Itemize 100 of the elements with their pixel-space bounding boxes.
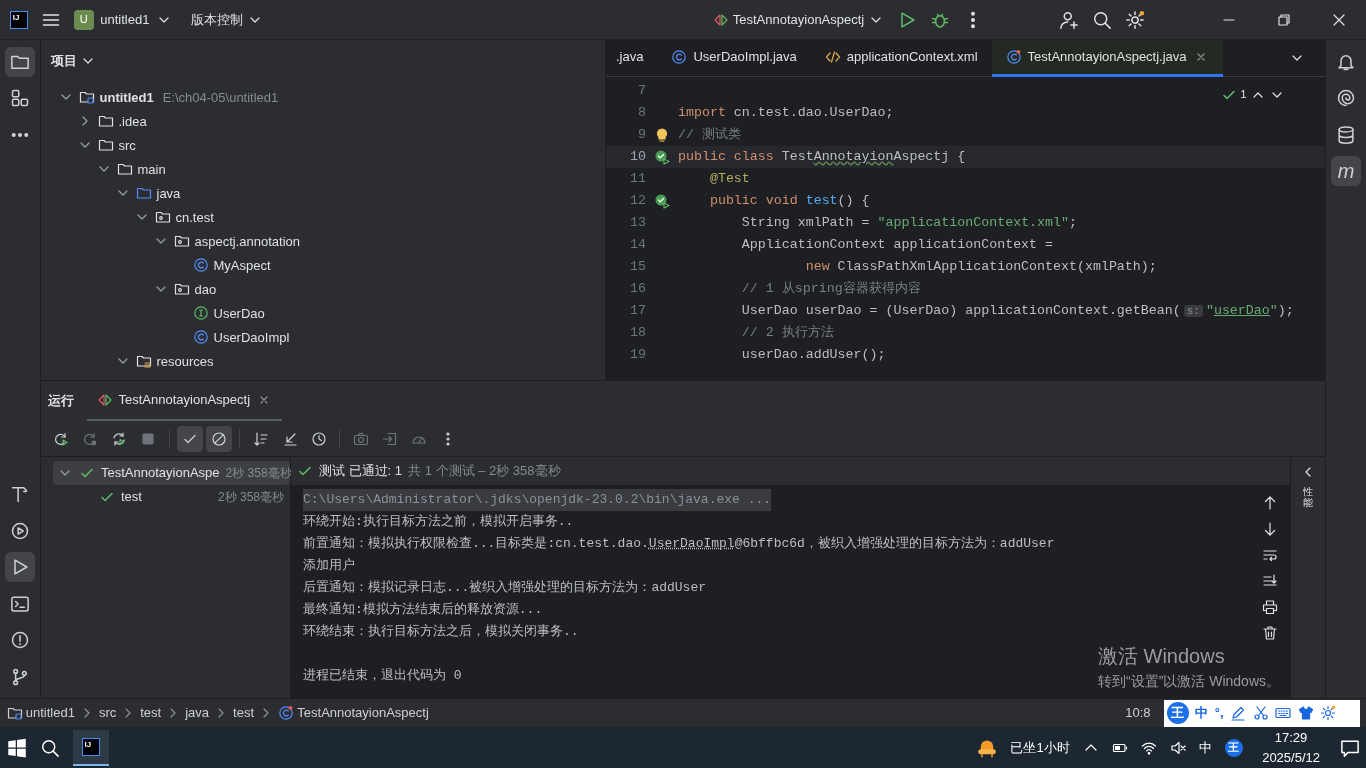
tree-item[interactable]: MyAspect [47, 253, 599, 278]
module-folder-icon [78, 89, 95, 106]
vcs-dropdown[interactable]: 版本控制 [191, 9, 263, 30]
settings-icon[interactable] [1320, 705, 1337, 721]
restore-icon[interactable] [1275, 11, 1292, 28]
toggle-button[interactable] [206, 425, 232, 452]
tree-item[interactable]: UserDao [47, 301, 599, 326]
tree-item[interactable]: cn.test [47, 205, 599, 230]
terminal-icon[interactable] [10, 593, 30, 614]
hammer-icon[interactable] [10, 484, 30, 504]
speaker-muted-icon[interactable] [1169, 739, 1186, 756]
resources-folder-icon [135, 353, 152, 370]
search-icon[interactable] [1091, 9, 1112, 30]
test-summary: 共 1 个测试 – 2秒 358毫秒 [408, 462, 561, 481]
breadcrumb[interactable]: java [185, 703, 210, 723]
shirt-icon[interactable] [1297, 705, 1314, 721]
keyboard-icon[interactable] [1275, 705, 1292, 721]
run-config-dropdown[interactable]: TestAnnotayionAspectj [713, 9, 884, 30]
search-icon[interactable] [39, 737, 60, 758]
tree-item[interactable]: src [47, 133, 599, 158]
code-line: userDao.addUser(); [740, 346, 886, 365]
code-line: // 2 执行方法 [740, 324, 834, 343]
rerun-cycle-icon[interactable] [111, 430, 127, 447]
code-line: // 测试类 [678, 126, 741, 145]
notification-icon[interactable] [1339, 737, 1360, 758]
taskbar-app[interactable]: IJ [72, 729, 109, 766]
code-line: String xmlPath = "applicationContext.xml"; [740, 214, 1077, 233]
printer-icon[interactable] [1262, 599, 1278, 615]
sort-icon[interactable] [252, 430, 269, 447]
wrap-icon[interactable] [1262, 547, 1278, 563]
spiral-icon[interactable] [1336, 88, 1356, 108]
add-user-icon[interactable] [1058, 9, 1079, 30]
ime-mode[interactable]: 中 [1195, 703, 1209, 723]
tree-item[interactable]: untitled1 E:\ch04-05\untitled1 [47, 85, 599, 110]
line-number: 15 [629, 258, 646, 277]
tree-item[interactable]: .idea [47, 109, 599, 134]
test-class-icon [1005, 49, 1022, 65]
pen-icon[interactable] [1230, 705, 1247, 721]
breadcrumb[interactable]: test [140, 703, 162, 723]
light-bulb-icon[interactable] [654, 127, 670, 143]
branch-icon[interactable] [10, 666, 30, 687]
editor-tab[interactable]: .java [606, 40, 658, 77]
maven-tab[interactable]: m [1331, 156, 1361, 186]
folder-icon [97, 113, 114, 130]
breadcrumb[interactable]: src [98, 703, 117, 723]
code-line: @Test [708, 170, 750, 189]
blocks-icon[interactable] [10, 88, 30, 108]
class-icon [671, 49, 688, 65]
warning-icon[interactable] [10, 630, 30, 650]
scissors-icon[interactable] [1252, 705, 1269, 721]
test-item[interactable]: TestAnnotayionAspe 2秒 358毫秒 [53, 461, 290, 485]
ime-mode[interactable]: 中 [1198, 737, 1212, 758]
test-item[interactable]: test 2秒 358毫秒 [53, 485, 290, 509]
clock-time[interactable]: 17:29 [1262, 728, 1320, 748]
clock-icon[interactable] [311, 430, 327, 447]
run-check-icon[interactable] [654, 193, 670, 209]
project-dropdown[interactable]: U untitled1 [73, 9, 172, 30]
package-icon [154, 209, 171, 226]
database-icon[interactable] [1336, 124, 1356, 145]
arrow-up-icon[interactable] [1262, 495, 1278, 511]
tree-item[interactable]: java [47, 181, 599, 206]
play-circle-icon[interactable] [10, 520, 30, 541]
line-number: 10 [629, 148, 646, 167]
activation-title: 激活 Windows [1098, 644, 1226, 669]
toggle-button[interactable] [176, 425, 203, 452]
side-tab[interactable]: 性能 [1303, 486, 1313, 508]
package-icon [173, 233, 190, 250]
breadcrumb[interactable]: untitled1 [6, 703, 75, 723]
code-line: public void test() { [708, 192, 870, 211]
scroll-to-end-icon[interactable] [1262, 573, 1278, 589]
panel-title-dropdown[interactable]: 项目 [47, 40, 599, 82]
ime-logo[interactable]: 王 [1166, 702, 1189, 724]
rerun-icon[interactable] [52, 430, 69, 447]
tree-item[interactable]: main [47, 157, 599, 182]
editor-tab[interactable]: TestAnnotayionAspectj.java [991, 40, 1223, 77]
caret-position[interactable]: 10:8 [1125, 703, 1151, 723]
tree-item[interactable]: resources [47, 349, 599, 374]
run-check-icon[interactable] [654, 149, 670, 165]
ime-logo[interactable]: 王 [1224, 738, 1243, 757]
code-tag-icon [824, 49, 841, 65]
editor-tab[interactable]: applicationContext.xml [810, 40, 992, 77]
tree-item[interactable]: dao [47, 277, 599, 302]
editor-tab[interactable]: UserDaoImpl.java [657, 40, 811, 77]
trash-icon[interactable] [1262, 625, 1278, 641]
problem-count[interactable]: 1 [1240, 86, 1247, 104]
line-number: 18 [629, 324, 646, 343]
package-icon [173, 281, 190, 298]
clock-date[interactable]: 2025/5/12 [1262, 747, 1320, 767]
punctuation-mode[interactable]: °, [1214, 703, 1224, 723]
console-line: 后置通知：模拟记录日志...被织入增强处理的目标方法为：addUser [303, 579, 706, 597]
activation-message: 转到“设置”以激活 Windows。 [1098, 672, 1280, 691]
arrow-down-icon[interactable] [1262, 521, 1278, 537]
tree-item[interactable]: UserDaoImpl [47, 325, 599, 350]
breadcrumb[interactable]: test [233, 703, 255, 723]
windows-logo-icon[interactable] [6, 737, 27, 758]
run-tab[interactable]: TestAnnotayionAspectj [86, 381, 283, 421]
breadcrumb[interactable]: TestAnnotayionAspectj [278, 703, 429, 723]
tree-item[interactable]: aspectj.annotation [47, 229, 599, 254]
class-link[interactable]: UserDaoImpl [648, 536, 735, 551]
line-number: 8 [637, 104, 646, 123]
